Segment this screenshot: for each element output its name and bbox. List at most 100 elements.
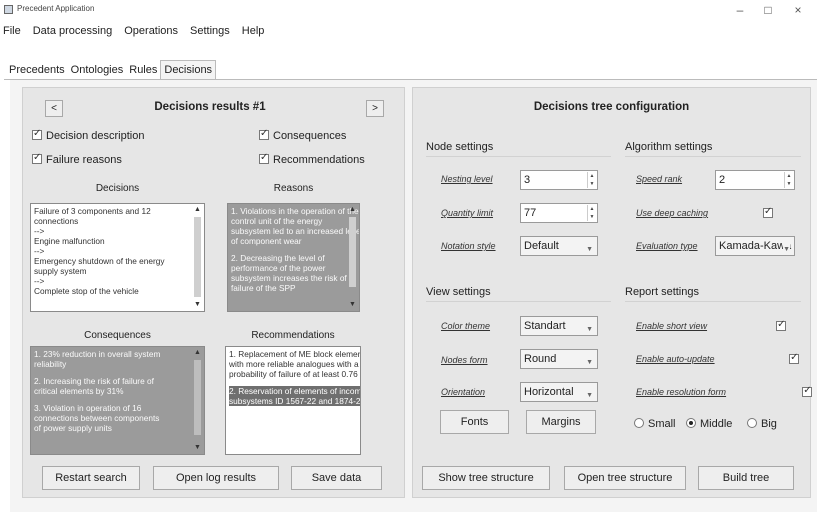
selected-list-line: 2. Reservation of elements of incoming (229, 386, 360, 396)
menu-file[interactable]: File (0, 22, 27, 40)
checkbox-checked-icon[interactable] (32, 128, 42, 140)
save-data-button[interactable]: Save data (291, 466, 382, 490)
consequences-label: Consequences (273, 130, 347, 142)
open-log-results-button[interactable]: Open log results (153, 466, 279, 490)
checkbox-checked-icon[interactable] (259, 128, 269, 140)
restart-search-button[interactable]: Restart search (42, 466, 140, 490)
notation-style-select[interactable]: Default ▼ (520, 236, 598, 256)
color-theme-select[interactable]: Standart ▼ (520, 316, 598, 336)
evaluation-type-label: Evaluation type (636, 241, 698, 251)
enable-auto-update-checkbox[interactable] (789, 352, 800, 364)
radio-big[interactable]: Big (747, 418, 777, 430)
orientation-value: Horizontal (524, 386, 574, 398)
use-deep-caching-checkbox[interactable] (763, 206, 773, 218)
tab-ontologies[interactable]: Ontologies (68, 62, 127, 79)
scroll-up-icon[interactable]: ▲ (192, 205, 203, 215)
menu-data-processing[interactable]: Data processing (27, 22, 119, 40)
group-divider (426, 301, 611, 302)
list-line: critical elements by 31% (34, 386, 124, 396)
margins-button[interactable]: Margins (526, 410, 596, 434)
enable-resolution-form-checkbox[interactable] (802, 385, 813, 397)
group-divider (625, 156, 801, 157)
enable-short-view-checkbox[interactable] (776, 319, 787, 331)
tab-decisions[interactable]: Decisions (160, 60, 217, 80)
checkbox-checked-icon[interactable] (259, 152, 269, 164)
consequences-scrollbar[interactable]: ▲ ▼ (192, 348, 203, 453)
use-deep-caching-label: Use deep caching (636, 208, 709, 218)
open-tree-structure-button[interactable]: Open tree structure (564, 466, 686, 490)
maximize-button[interactable]: □ (753, 0, 783, 20)
list-line: control unit of the energy (231, 216, 323, 226)
radio-icon[interactable] (747, 418, 757, 428)
title-bar (0, 0, 817, 20)
list-line: subsystem increases the risk of (231, 273, 347, 283)
checkbox-checked-icon[interactable] (32, 152, 42, 164)
radio-small[interactable]: Small (634, 418, 676, 430)
reasons-column-title: Reasons (273, 183, 314, 194)
tab-rules[interactable]: Rules (126, 62, 160, 79)
color-theme-label: Color theme (441, 321, 491, 331)
speed-rank-label: Speed rank (636, 174, 683, 184)
list-line: connections (34, 216, 79, 226)
list-line: performance of the power (231, 263, 326, 273)
quantity-limit-stepper[interactable]: 77 ▲ ▼ (520, 203, 598, 223)
build-tree-button[interactable]: Build tree (698, 466, 794, 490)
consequences-option[interactable]: Consequences (259, 128, 347, 142)
decisions-list[interactable]: Failure of 3 components and 12 connectio… (30, 203, 205, 312)
evaluation-type-select[interactable]: Kamada-Kawa ▼ (715, 236, 795, 256)
recommendations-column-title: Recommendations (251, 330, 335, 341)
scroll-up-icon[interactable]: ▲ (192, 348, 203, 358)
chevron-down-icon: ▼ (586, 246, 593, 253)
consequences-list[interactable]: 1. 23% reduction in overall system relia… (30, 346, 205, 455)
radio-middle[interactable]: Middle (686, 418, 732, 430)
orientation-label: Orientation (441, 387, 486, 397)
minimize-button[interactable]: – (725, 0, 755, 20)
scroll-up-icon[interactable]: ▲ (347, 205, 358, 215)
close-button[interactable]: × (783, 0, 813, 20)
window-title: Precedent Application (17, 4, 95, 13)
menu-settings[interactable]: Settings (184, 22, 236, 40)
show-tree-structure-button[interactable]: Show tree structure (422, 466, 550, 490)
orientation-select[interactable]: Horizontal ▼ (520, 382, 598, 402)
reasons-scrollbar[interactable]: ▲ ▼ (347, 205, 358, 310)
menu-help[interactable]: Help (236, 22, 271, 40)
scroll-down-icon[interactable]: ▼ (192, 443, 203, 453)
fonts-button[interactable]: Fonts (440, 410, 509, 434)
notation-style-value: Default (524, 240, 559, 252)
radio-icon[interactable] (634, 418, 644, 428)
evaluation-type-value: Kamada-Kawa (719, 240, 792, 252)
speed-rank-stepper[interactable]: 2 ▲ ▼ (715, 170, 795, 190)
report-settings-title: Report settings (625, 286, 699, 298)
radio-selected-icon[interactable] (686, 418, 696, 428)
recommendations-list[interactable]: 1. Replacement of ME block elements with… (225, 346, 361, 455)
tab-precedents[interactable]: Precedents (6, 62, 68, 79)
scroll-down-icon[interactable]: ▼ (192, 300, 203, 310)
decisions-scrollbar[interactable]: ▲ ▼ (192, 205, 203, 310)
nodes-form-label: Nodes form (441, 355, 488, 365)
enable-resolution-form-label: Enable resolution form (636, 387, 727, 397)
enable-short-view-label: Enable short view (636, 321, 708, 331)
failure-reasons-option[interactable]: Failure reasons (32, 152, 122, 166)
scroll-thumb[interactable] (349, 217, 356, 287)
consequences-column-title: Consequences (84, 330, 151, 341)
scroll-thumb[interactable] (194, 217, 201, 297)
recommendations-option[interactable]: Recommendations (259, 152, 365, 166)
next-result-button[interactable]: > (366, 100, 384, 117)
scroll-down-icon[interactable]: ▼ (347, 300, 358, 310)
decision-description-option[interactable]: Decision description (32, 128, 144, 142)
spinner-arrows-icon[interactable]: ▲ ▼ (784, 172, 793, 188)
view-settings-title: View settings (426, 286, 491, 298)
spinner-arrows-icon[interactable]: ▲ ▼ (587, 172, 596, 188)
scroll-thumb[interactable] (194, 360, 201, 435)
enable-auto-update-label: Enable auto-update (636, 354, 715, 364)
nesting-level-stepper[interactable]: 3 ▲ ▼ (520, 170, 598, 190)
nodes-form-select[interactable]: Round ▼ (520, 349, 598, 369)
menu-operations[interactable]: Operations (118, 22, 184, 40)
previous-result-button[interactable]: < (45, 100, 63, 117)
radio-middle-label: Middle (700, 418, 733, 430)
radio-small-label: Small (648, 418, 676, 430)
reasons-list[interactable]: 1. Violations in the operation of the co… (227, 203, 360, 312)
radio-big-label: Big (761, 418, 777, 430)
spinner-arrows-icon[interactable]: ▲ ▼ (587, 205, 596, 221)
list-line: of power supply units (34, 423, 112, 433)
